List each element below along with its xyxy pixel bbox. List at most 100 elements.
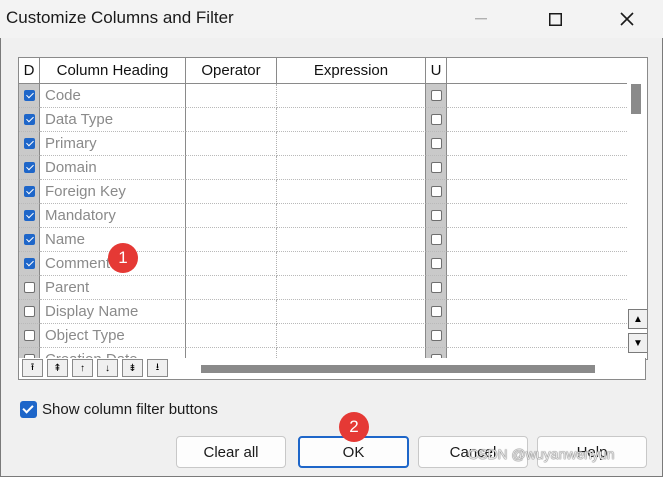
column-heading-cell[interactable]: Display Name — [40, 300, 186, 324]
expression-cell[interactable] — [277, 276, 426, 300]
displayed-checkbox[interactable] — [23, 306, 35, 317]
displayed-checkbox[interactable] — [23, 234, 35, 245]
column-heading-cell[interactable]: Mandatory — [40, 204, 186, 228]
operator-cell[interactable] — [186, 252, 277, 276]
column-heading-cell[interactable]: Object Type — [40, 324, 186, 348]
move-down-button[interactable]: ↓ — [97, 359, 118, 377]
displayed-cell — [19, 228, 40, 252]
table-row[interactable]: Code — [19, 84, 627, 108]
header-u[interactable]: U — [426, 58, 447, 84]
empty-cell — [447, 300, 627, 324]
u-checkbox[interactable] — [430, 282, 442, 293]
displayed-checkbox[interactable] — [23, 282, 35, 293]
column-heading-cell[interactable]: Foreign Key — [40, 180, 186, 204]
operator-cell[interactable] — [186, 204, 277, 228]
empty-cell — [447, 84, 627, 108]
expression-cell[interactable] — [277, 252, 426, 276]
expression-cell[interactable] — [277, 84, 426, 108]
u-cell — [426, 204, 447, 228]
close-button[interactable] — [604, 0, 650, 38]
operator-cell[interactable] — [186, 84, 277, 108]
displayed-checkbox[interactable] — [23, 186, 35, 197]
displayed-cell — [19, 84, 40, 108]
operator-cell[interactable] — [186, 156, 277, 180]
horizontal-scroll-thumb[interactable] — [201, 365, 595, 373]
maximize-button[interactable] — [532, 0, 578, 38]
operator-cell[interactable] — [186, 276, 277, 300]
u-checkbox[interactable] — [430, 138, 442, 149]
expression-cell[interactable] — [277, 132, 426, 156]
move-page-up-button[interactable]: ⇞ — [47, 359, 68, 377]
vertical-scroll-thumb[interactable] — [631, 84, 641, 114]
show-filter-option[interactable]: Show column filter buttons — [20, 401, 218, 418]
move-up-button[interactable]: ↑ — [72, 359, 93, 377]
move-page-down-button[interactable]: ⇟ — [122, 359, 143, 377]
displayed-cell — [19, 276, 40, 300]
annotation-badge-2: 2 — [339, 412, 369, 442]
expression-cell[interactable] — [277, 300, 426, 324]
scroll-up-button[interactable]: ▲ — [628, 309, 647, 329]
title-bar: Customize Columns and Filter — [0, 0, 663, 38]
table-row[interactable]: Domain — [19, 156, 627, 180]
u-checkbox[interactable] — [430, 114, 442, 125]
displayed-checkbox[interactable] — [23, 258, 35, 269]
u-checkbox[interactable] — [430, 234, 442, 245]
table-row[interactable]: Data Type — [19, 108, 627, 132]
empty-cell — [447, 276, 627, 300]
empty-cell — [447, 180, 627, 204]
expression-cell[interactable] — [277, 108, 426, 132]
u-checkbox[interactable] — [430, 90, 442, 101]
displayed-checkbox[interactable] — [23, 210, 35, 221]
show-filter-checkbox[interactable] — [20, 401, 37, 418]
displayed-cell — [19, 132, 40, 156]
table-row[interactable]: Parent — [19, 276, 627, 300]
operator-cell[interactable] — [186, 108, 277, 132]
column-heading-cell[interactable]: Primary — [40, 132, 186, 156]
displayed-cell — [19, 252, 40, 276]
u-checkbox[interactable] — [430, 210, 442, 221]
expression-cell[interactable] — [277, 180, 426, 204]
u-checkbox[interactable] — [430, 306, 442, 317]
operator-cell[interactable] — [186, 300, 277, 324]
scroll-down-button[interactable]: ▼ — [628, 333, 647, 353]
u-checkbox[interactable] — [430, 186, 442, 197]
table-row[interactable]: Mandatory — [19, 204, 627, 228]
table-row[interactable]: Display Name — [19, 300, 627, 324]
header-column-heading[interactable]: Column Heading — [40, 58, 186, 84]
header-d[interactable]: D — [19, 58, 40, 84]
column-heading-cell[interactable]: Data Type — [40, 108, 186, 132]
operator-cell[interactable] — [186, 324, 277, 348]
header-operator[interactable]: Operator — [186, 58, 277, 84]
displayed-checkbox[interactable] — [23, 162, 35, 173]
move-to-bottom-button[interactable]: ⭳ — [147, 359, 168, 377]
page-up-icon: ⇞ — [53, 362, 62, 374]
displayed-checkbox[interactable] — [23, 330, 35, 341]
displayed-checkbox[interactable] — [23, 138, 35, 149]
table-row[interactable]: Primary — [19, 132, 627, 156]
vertical-scrollbar[interactable]: ▲ ▼ — [627, 84, 647, 359]
u-checkbox[interactable] — [430, 258, 442, 269]
header-expression[interactable]: Expression — [277, 58, 426, 84]
expression-cell[interactable] — [277, 204, 426, 228]
column-heading-cell[interactable]: Domain — [40, 156, 186, 180]
operator-cell[interactable] — [186, 228, 277, 252]
expression-cell[interactable] — [277, 156, 426, 180]
u-checkbox[interactable] — [430, 330, 442, 341]
column-heading-cell[interactable]: Parent — [40, 276, 186, 300]
column-heading-cell[interactable]: Code — [40, 84, 186, 108]
show-filter-label: Show column filter buttons — [42, 401, 218, 418]
u-checkbox[interactable] — [430, 162, 442, 173]
table-row[interactable]: Object Type — [19, 324, 627, 348]
move-to-top-button[interactable]: ⭱ — [22, 359, 43, 377]
displayed-cell — [19, 204, 40, 228]
displayed-checkbox[interactable] — [23, 90, 35, 101]
displayed-checkbox[interactable] — [23, 114, 35, 125]
operator-cell[interactable] — [186, 132, 277, 156]
expression-cell[interactable] — [277, 324, 426, 348]
expression-cell[interactable] — [277, 228, 426, 252]
clear-all-button[interactable]: Clear all — [176, 436, 286, 468]
grid-toolbar: ⭱ ⇞ ↑ ↓ ⇟ ⭳ — [18, 358, 646, 380]
window-title: Customize Columns and Filter — [6, 8, 234, 27]
operator-cell[interactable] — [186, 180, 277, 204]
table-row[interactable]: Foreign Key — [19, 180, 627, 204]
